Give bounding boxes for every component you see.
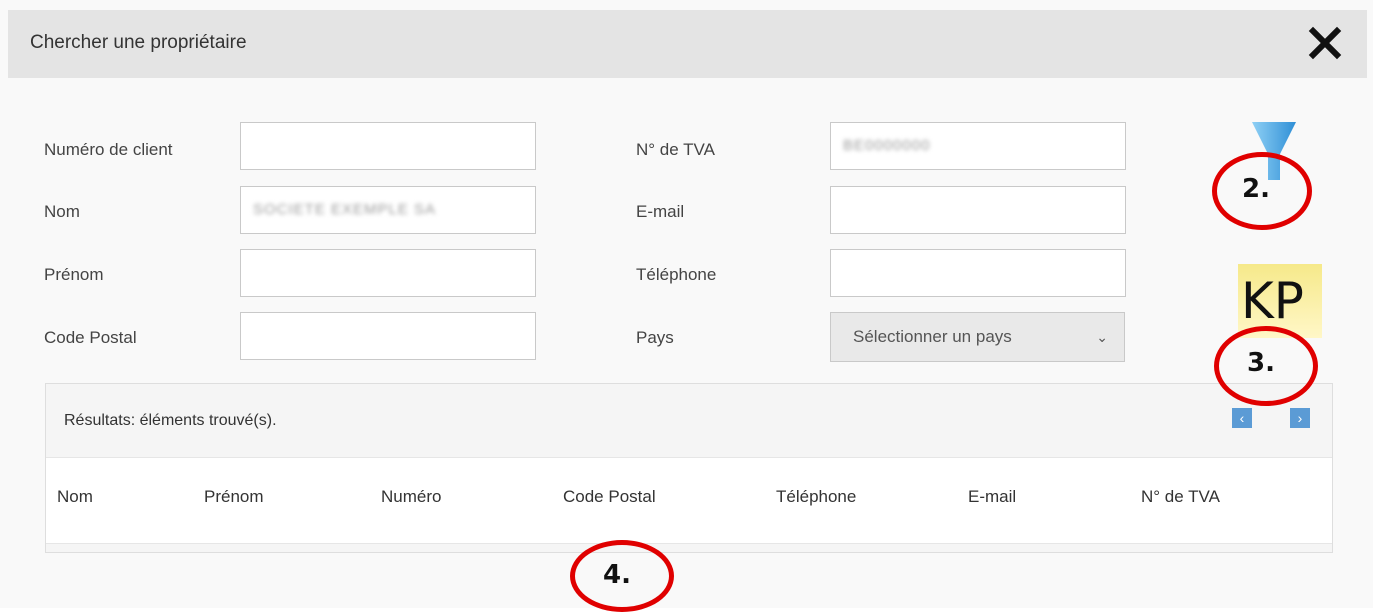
- vat-number-input[interactable]: BE0000000: [830, 122, 1126, 170]
- kp-badge-label: KP: [1241, 272, 1304, 330]
- chevron-down-icon: ⌄: [1096, 329, 1108, 345]
- vat-number-label: N° de TVA: [636, 140, 715, 159]
- first-name-label: Prénom: [44, 265, 104, 284]
- client-number-label: Numéro de client: [44, 140, 173, 159]
- email-input[interactable]: [830, 186, 1126, 234]
- column-header-prenom[interactable]: Prénom: [204, 487, 264, 507]
- postal-code-input[interactable]: [240, 312, 536, 360]
- last-name-label: Nom: [44, 202, 80, 221]
- annotation-label-3: 3.: [1247, 348, 1275, 378]
- last-name-input[interactable]: SOCIETE EXEMPLE SA: [240, 186, 536, 234]
- country-select[interactable]: Sélectionner un pays ⌄: [830, 312, 1125, 362]
- column-header-numero[interactable]: Numéro: [381, 487, 441, 507]
- search-owner-dialog: Chercher une propriétaire Numéro de clie…: [0, 0, 1373, 612]
- first-name-input[interactable]: [240, 249, 536, 297]
- column-header-telephone[interactable]: Téléphone: [776, 487, 856, 507]
- results-summary: Résultats: éléments trouvé(s).: [64, 412, 277, 429]
- vat-number-value: BE0000000: [843, 137, 931, 154]
- client-number-input[interactable]: [240, 122, 536, 170]
- results-table: Nom Prénom Numéro Code Postal Téléphone …: [46, 457, 1332, 544]
- results-panel: Résultats: éléments trouvé(s). ‹ › Nom P…: [45, 383, 1333, 553]
- close-icon[interactable]: [1305, 23, 1345, 63]
- country-select-value: Sélectionner un pays: [853, 327, 1012, 346]
- annotation-label-4: 4.: [603, 560, 631, 590]
- phone-input[interactable]: [830, 249, 1126, 297]
- column-header-tva[interactable]: N° de TVA: [1141, 487, 1220, 507]
- email-label: E-mail: [636, 202, 685, 221]
- last-name-value: SOCIETE EXEMPLE SA: [253, 201, 437, 218]
- annotation-label-2: 2.: [1242, 174, 1270, 204]
- postal-code-label: Code Postal: [44, 328, 137, 347]
- column-header-code-postal[interactable]: Code Postal: [563, 487, 656, 507]
- country-label: Pays: [636, 328, 674, 347]
- next-page-button[interactable]: ›: [1290, 408, 1310, 428]
- phone-label: Téléphone: [636, 265, 717, 284]
- dialog-title: Chercher une propriétaire: [30, 32, 247, 53]
- column-header-email[interactable]: E-mail: [968, 487, 1016, 507]
- column-header-nom[interactable]: Nom: [57, 487, 93, 507]
- prev-page-button[interactable]: ‹: [1232, 408, 1252, 428]
- dialog-header: Chercher une propriétaire: [8, 10, 1367, 78]
